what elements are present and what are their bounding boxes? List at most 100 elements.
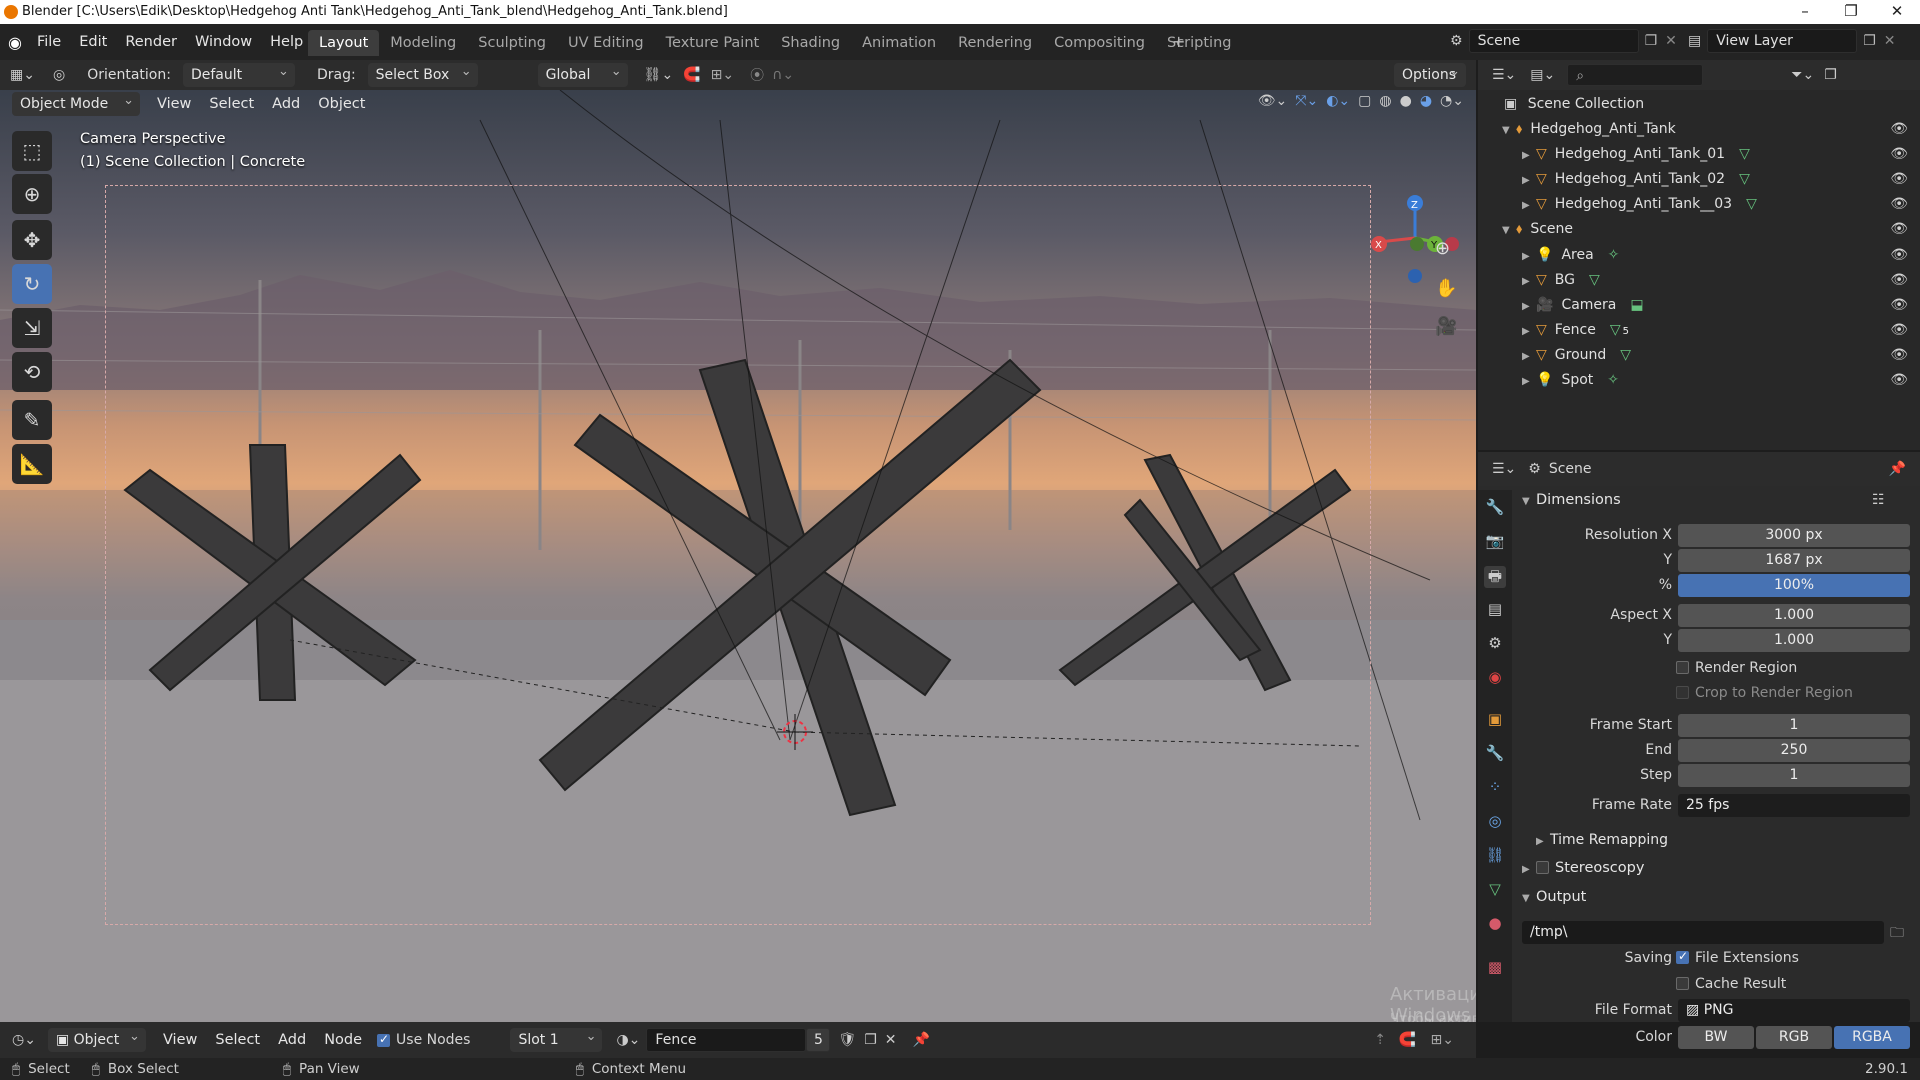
visibility-eye-icon[interactable]: 👁 <box>1890 368 1908 393</box>
solid-shading-icon[interactable]: ● <box>1400 93 1412 109</box>
transform-orientation-dropdown[interactable]: Global <box>537 60 628 87</box>
options-dropdown[interactable]: Options <box>1394 60 1466 87</box>
frame-step-field[interactable]: 1 <box>1678 764 1910 787</box>
snap-link-icon[interactable]: ⛓⌄ <box>644 67 674 83</box>
view-layer-tab-icon[interactable]: ▤ <box>1484 600 1506 622</box>
visibility-icon[interactable]: 👁⌄ <box>1258 93 1288 109</box>
properties-editor-icon[interactable]: ☰⌄ <box>1492 461 1516 477</box>
outliner-row[interactable]: ▶ 🎥 Camera ⬓ 👁 <box>1478 293 1920 318</box>
visibility-eye-icon[interactable]: 👁 <box>1890 117 1908 142</box>
output-path-field[interactable]: /tmp\ <box>1522 921 1884 944</box>
modifier-tab-icon[interactable]: 🔧 <box>1484 744 1506 766</box>
frame-end-field[interactable]: 250 <box>1678 739 1910 762</box>
outliner-row[interactable]: ▶ 💡 Spot ✧ 👁 <box>1478 368 1920 393</box>
tab-scripting[interactable]: Scripting <box>1156 30 1242 56</box>
visibility-eye-icon[interactable]: 👁 <box>1890 268 1908 293</box>
pin-icon[interactable]: 📌 <box>1889 461 1906 477</box>
object-data-icon[interactable]: ▽ <box>1739 146 1750 162</box>
menu-file[interactable]: File <box>28 29 70 55</box>
tool-tab-icon[interactable]: 🔧 <box>1484 498 1506 520</box>
shader-type-dropdown[interactable]: ▣ Object <box>47 1025 146 1052</box>
viewport-menu-object[interactable]: Object <box>309 91 374 117</box>
collapse-arrow-icon[interactable]: ▶ <box>1522 269 1536 294</box>
object-data-icon[interactable]: ✧ <box>1607 372 1619 388</box>
camera-view-icon[interactable]: 🎥 <box>1435 316 1457 337</box>
tab-sculpting[interactable]: Sculpting <box>467 30 557 56</box>
viewport-menu-view[interactable]: View <box>148 91 200 117</box>
rendered-shading-icon[interactable]: ◔⌄ <box>1440 93 1464 109</box>
tab-compositing[interactable]: Compositing <box>1043 30 1156 56</box>
tab-modeling[interactable]: Modeling <box>379 30 467 56</box>
snap-toggle-icon[interactable]: 🧲 <box>683 67 700 83</box>
constraints-tab-icon[interactable]: ⛓ <box>1484 846 1506 868</box>
view-layer-selector[interactable]: View Layer <box>1707 29 1858 53</box>
snap-target-icon[interactable]: ⊞⌄ <box>711 67 734 83</box>
collapse-arrow-icon[interactable]: ▶ <box>1522 143 1536 168</box>
menu-help[interactable]: Help <box>261 29 312 55</box>
use-nodes-checkbox[interactable]: Use Nodes <box>377 1032 470 1048</box>
transform-tool-icon[interactable]: ⟲ <box>12 352 52 392</box>
overlay-toggle-icon[interactable]: ◐⌄ <box>1326 93 1350 109</box>
object-data-icon[interactable]: ⬓ <box>1630 297 1643 313</box>
unlink-material-icon[interactable]: ✕ <box>885 1032 897 1048</box>
node-snap-target-icon[interactable]: ⊞⌄ <box>1431 1032 1454 1048</box>
menu-edit[interactable]: Edit <box>70 29 116 55</box>
scene-selector[interactable]: Scene <box>1468 29 1639 53</box>
falloff-icon[interactable]: ∩⌄ <box>772 67 794 83</box>
particles-tab-icon[interactable]: ⁘ <box>1484 778 1506 800</box>
visibility-eye-icon[interactable]: 👁 <box>1890 318 1908 343</box>
visibility-eye-icon[interactable]: 👁 <box>1890 167 1908 192</box>
measure-tool-icon[interactable]: 📐 <box>12 444 52 484</box>
outliner-row[interactable]: ▶ 💡 Area ✧ 👁 <box>1478 243 1920 268</box>
new-view-layer-icon[interactable]: ❐ <box>1863 33 1876 49</box>
wireframe-shading-icon[interactable]: ◍ <box>1379 93 1391 109</box>
collapse-arrow-icon[interactable]: ▶ <box>1522 294 1536 319</box>
pivot-icon[interactable]: ◎ <box>53 67 65 83</box>
output-tab-icon[interactable]: 🖶 <box>1484 566 1506 588</box>
close-button[interactable]: ✕ <box>1874 0 1920 24</box>
outliner-editor-icon[interactable]: ☰⌄ <box>1492 67 1516 83</box>
resolution-y-field[interactable]: 1687 px <box>1678 549 1910 572</box>
visibility-eye-icon[interactable]: 👁 <box>1890 343 1908 368</box>
visibility-eye-icon[interactable]: 👁 <box>1890 192 1908 217</box>
tab-uv-editing[interactable]: UV Editing <box>557 30 655 56</box>
object-data-icon[interactable]: ▽ <box>1610 322 1621 338</box>
outliner-row[interactable]: ▶ ▽ Hedgehog_Anti_Tank__03 ▽ 👁 <box>1478 192 1920 217</box>
collapse-arrow-icon[interactable]: ▶ <box>1522 168 1536 193</box>
outliner-row[interactable]: ▼ ⬧ Scene 👁 <box>1478 217 1920 242</box>
select-box-tool-icon[interactable]: ⬚ <box>12 131 52 171</box>
workspace-add-button[interactable]: + <box>1172 32 1185 51</box>
object-data-icon[interactable]: ▽ <box>1746 196 1757 212</box>
collapse-arrow-icon[interactable]: ▶ <box>1522 369 1536 394</box>
drag-dropdown[interactable]: Select Box <box>367 60 478 87</box>
node-pin-icon[interactable]: 📌 <box>913 1032 930 1048</box>
object-data-icon[interactable]: ▽ <box>1620 347 1631 363</box>
editor-type-icon[interactable]: ▦⌄ <box>10 67 35 83</box>
node-menu-add[interactable]: Add <box>269 1027 315 1053</box>
blender-menu-icon[interactable]: ◉ <box>8 33 22 52</box>
material-name-field[interactable]: Fence <box>646 1028 807 1052</box>
object-data-icon[interactable]: ▽ <box>1589 272 1600 288</box>
outliner-row[interactable]: ▶ ▽ Hedgehog_Anti_Tank_01 ▽ 👁 <box>1478 142 1920 167</box>
display-mode-icon[interactable]: ▤⌄ <box>1530 67 1555 83</box>
frame-start-field[interactable]: 1 <box>1678 714 1910 737</box>
output-panel-header[interactable]: ▼ Output <box>1522 889 1586 905</box>
render-region-checkbox[interactable]: Render Region <box>1676 660 1797 676</box>
aspect-y-field[interactable]: 1.000 <box>1678 629 1910 652</box>
object-data-icon[interactable]: ✧ <box>1608 247 1620 263</box>
visibility-eye-icon[interactable]: 👁 <box>1890 217 1908 242</box>
new-collection-icon[interactable]: ❐ <box>1824 67 1837 83</box>
new-scene-icon[interactable]: ❐ <box>1645 33 1658 49</box>
menu-render[interactable]: Render <box>116 29 186 55</box>
data-tab-icon[interactable]: ▽ <box>1484 880 1506 902</box>
viewport-menu-add[interactable]: Add <box>263 91 309 117</box>
viewport-menu-select[interactable]: Select <box>200 91 263 117</box>
color-mode-bw[interactable]: BW <box>1678 1026 1754 1049</box>
outliner-row[interactable]: ▶ ▽ Hedgehog_Anti_Tank_02 ▽ 👁 <box>1478 167 1920 192</box>
fake-user-icon[interactable]: 🛡 <box>838 1032 856 1048</box>
visibility-eye-icon[interactable]: 👁 <box>1890 142 1908 167</box>
color-mode-rgb[interactable]: RGB <box>1756 1026 1832 1049</box>
render-tab-icon[interactable]: 📷 <box>1484 532 1506 554</box>
move-tool-icon[interactable]: ✥ <box>12 220 52 260</box>
world-tab-icon[interactable]: ◉ <box>1484 668 1506 690</box>
